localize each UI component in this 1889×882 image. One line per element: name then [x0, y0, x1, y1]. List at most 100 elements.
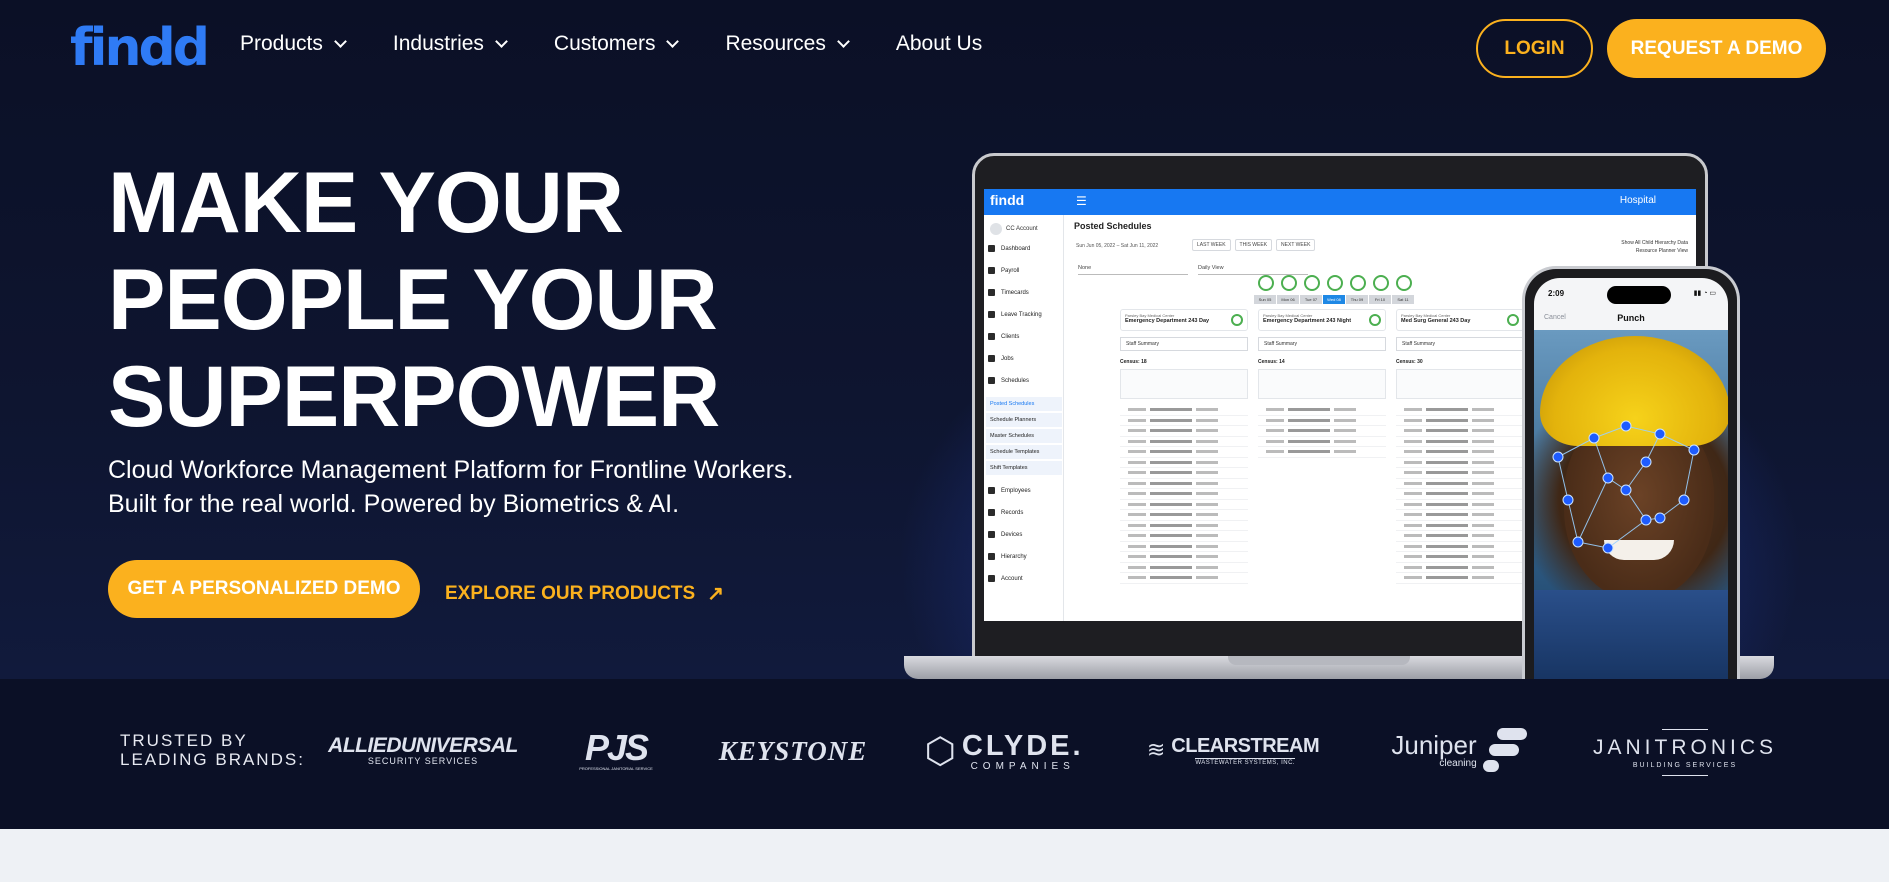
day-tab: Mon 06 [1277, 295, 1299, 304]
punch-title: Punch [1617, 313, 1645, 323]
nav-industries[interactable]: Industries [393, 32, 508, 56]
phone-screen: 2:09 ▮▮ ◔ ▭ Cancel Punch [1534, 278, 1728, 682]
table-row [1396, 416, 1524, 426]
dynamic-island [1607, 286, 1671, 304]
brand-pjs: PJS PROFESSIONAL JANITORIAL SERVICE [568, 726, 664, 774]
table-row [1258, 426, 1386, 437]
brand-janitronics: JANITRONICS BUILDING SERVICES [1593, 726, 1778, 778]
census: Census: 14 [1258, 359, 1285, 365]
sidebar-label: Dashboard [1001, 245, 1031, 252]
brand-allied-universal: ALLIEDUNIVERSAL SECURITY SERVICES [328, 733, 518, 767]
chevron-down-icon [666, 35, 680, 48]
table-row [1396, 447, 1524, 458]
briefcase-icon [988, 355, 995, 362]
sidebar-sub-shift: Shift Templates [986, 461, 1062, 475]
sidebar-item-clients: Clients [988, 333, 1019, 340]
day-tab-active: Wed 08 [1323, 295, 1345, 304]
table-row [1120, 573, 1248, 584]
face-mesh-icon [1552, 420, 1700, 554]
chevron-down-icon [836, 35, 850, 48]
table-row [1396, 458, 1524, 468]
shift-rows [1258, 405, 1386, 458]
nav-links: Products Industries Customers Resources … [240, 32, 1030, 56]
account-name: CC Account [1006, 226, 1038, 232]
brand-sub: cleaning [1439, 757, 1477, 769]
census: Census: 30 [1396, 359, 1423, 365]
table-row [1396, 405, 1524, 416]
table-row [1120, 405, 1248, 416]
table-row [1258, 447, 1386, 458]
census-table [1396, 369, 1524, 399]
findd-logo[interactable]: findd [70, 18, 210, 78]
nav-customers[interactable]: Customers [554, 32, 680, 56]
app-logo: findd [990, 192, 1025, 208]
card-title: Med Surg General 243 Day [1401, 318, 1471, 324]
explore-products-label: EXPLORE OUR PRODUCTS [445, 582, 696, 604]
trusted-line: TRUSTED BY [120, 731, 248, 750]
phone-mockup: 2:09 ▮▮ ◔ ▭ Cancel Punch [1522, 266, 1740, 682]
table-row [1396, 489, 1524, 500]
progress-ring [1304, 275, 1320, 291]
personalized-demo-button[interactable]: GET A PERSONALIZED DEMO [108, 560, 420, 618]
brand-name: CLEARSTREAM [1171, 734, 1320, 757]
sidebar-item-timecards: Timecards [988, 289, 1029, 296]
sidebar-item-records: Records [988, 509, 1023, 516]
device-icon [988, 531, 995, 538]
staff-summary: Staff Summary [1396, 337, 1524, 351]
trusted-line: LEADING BRANDS: [120, 750, 305, 769]
chevron-down-icon [495, 35, 508, 48]
schedule-column: Parsley Bay Medical Center Emergency Depa… [1258, 309, 1386, 621]
request-demo-button[interactable]: REQUEST A DEMO [1607, 19, 1826, 78]
sidebar-label: Hierarchy [1001, 553, 1027, 560]
census-table [1258, 369, 1386, 399]
shift-rows [1396, 405, 1524, 584]
sidebar-sub-planners: Schedule Planners [986, 413, 1062, 427]
brand-name: ALLIEDUNIVERSAL [328, 734, 518, 757]
explore-products-link[interactable]: EXPLORE OUR PRODUCTS ↗ [445, 581, 724, 606]
nav-resources[interactable]: Resources [725, 32, 850, 56]
brand-sub: BUILDING SERVICES [1632, 761, 1738, 769]
calendar-icon [988, 377, 995, 384]
login-button[interactable]: LOGIN [1476, 19, 1593, 78]
census-table [1120, 369, 1248, 399]
schedule-column: Parsley Bay Medical Center Med Surg Gener… [1396, 309, 1524, 621]
clients-icon [988, 333, 995, 340]
progress-ring [1327, 275, 1343, 291]
brand-name: KEYSTONE [718, 735, 868, 766]
brand-sub: WASTEWATER SYSTEMS, INC. [1195, 757, 1296, 766]
account-selector: CC Account [990, 223, 1038, 235]
week-buttons: LAST WEEK THIS WEEK NEXT WEEK [1192, 239, 1316, 251]
table-row [1120, 510, 1248, 521]
records-icon [988, 509, 995, 516]
sidebar-sub-master: Master Schedules [986, 429, 1062, 443]
table-row [1120, 468, 1248, 479]
brand-name: Juniper [1391, 729, 1477, 760]
progress-ring [1258, 275, 1274, 291]
census: Census: 18 [1120, 359, 1147, 365]
table-row [1396, 542, 1524, 552]
page-title: Posted Schedules [1074, 221, 1152, 231]
day-tab: Fri 10 [1369, 295, 1391, 304]
org-selector: Hospital [1619, 195, 1656, 206]
brand-keystone: KEYSTONE [719, 736, 867, 766]
brand-clearstream: ≋ CLEARSTREAM WASTEWATER SYSTEMS, INC. [1147, 732, 1320, 768]
gear-icon [988, 575, 995, 582]
table-row [1120, 447, 1248, 458]
app-sidebar: CC Account Dashboard Payroll Timecards L… [984, 215, 1064, 621]
nav-resources-label: Resources [725, 32, 826, 55]
chevron-down-icon [334, 35, 347, 48]
plane-icon [988, 311, 995, 318]
headline-line: PEOPLE YOUR [108, 252, 718, 348]
progress-ring [1350, 275, 1366, 291]
table-row [1396, 563, 1524, 573]
brand-name: JANITRONICS [1593, 735, 1778, 759]
nav-products[interactable]: Products [240, 32, 347, 56]
subtitle-line: Cloud Workforce Management Platform for … [108, 456, 794, 484]
brand-sub: PROFESSIONAL JANITORIAL SERVICE [579, 765, 653, 771]
schedule-card: Parsley Bay Medical Center Emergency Depa… [1120, 309, 1248, 331]
brand-sub: COMPANIES [970, 760, 1075, 772]
template-select: None [1078, 261, 1188, 275]
hexagon-icon: ⬡ [924, 730, 956, 771]
nav-about-us[interactable]: About Us [896, 32, 982, 56]
card-title: Emergency Department 243 Night [1263, 318, 1352, 324]
